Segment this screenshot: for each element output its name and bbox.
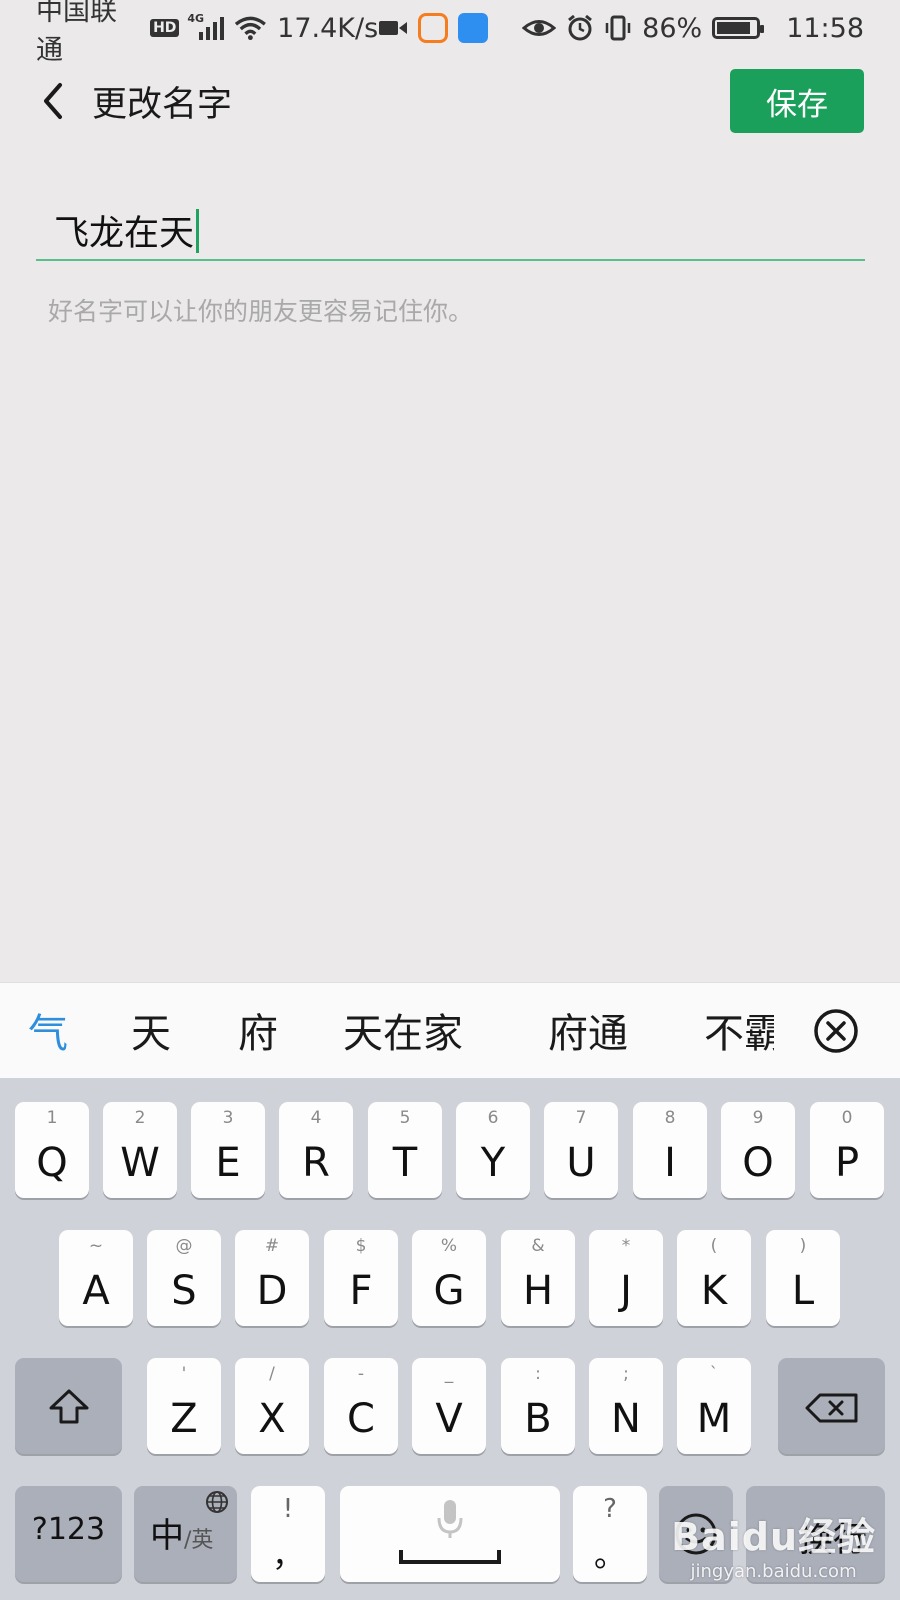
- key-m[interactable]: ` M: [677, 1358, 751, 1454]
- key-c[interactable]: -C: [324, 1358, 398, 1454]
- back-button[interactable]: [22, 70, 84, 132]
- key-x[interactable]: / X: [235, 1358, 309, 1454]
- key-w[interactable]: 2W: [103, 1102, 177, 1198]
- space-key[interactable]: [340, 1486, 560, 1582]
- language-switch-key[interactable]: 中/英: [134, 1486, 237, 1582]
- save-button[interactable]: 保存: [730, 69, 864, 133]
- battery-icon: [712, 17, 765, 39]
- key-r[interactable]: 4R: [279, 1102, 353, 1198]
- key-l[interactable]: ) L: [766, 1230, 840, 1326]
- cellular-signal-icon: 4G: [187, 12, 225, 40]
- delete-key[interactable]: [778, 1358, 885, 1454]
- network-type: 4G: [187, 12, 205, 25]
- baidu-watermark: Baidu经验 jingyan.baidu.com: [671, 1506, 876, 1582]
- key-d[interactable]: # D: [235, 1230, 309, 1326]
- page-title: 更改名字: [92, 85, 233, 125]
- candidate-item[interactable]: 府: [238, 1001, 278, 1059]
- close-candidates-icon[interactable]: [812, 1007, 860, 1055]
- network-speed: 17.4K/s: [277, 12, 379, 44]
- name-input[interactable]: 飞龙在天: [36, 195, 865, 261]
- key-e[interactable]: 3E: [191, 1102, 265, 1198]
- key-t[interactable]: 5T: [368, 1102, 442, 1198]
- video-camera-icon: [379, 21, 408, 35]
- key-z[interactable]: ' Z: [147, 1358, 221, 1454]
- key-h[interactable]: & H: [501, 1230, 575, 1326]
- key-i[interactable]: 8I: [633, 1102, 707, 1198]
- name-hint-text: 好名字可以让你的朋友更容易记住你。: [48, 297, 474, 326]
- alarm-clock-icon: [568, 14, 593, 41]
- name-input-value: 飞龙在天: [54, 214, 195, 254]
- shift-arrow-icon: [49, 1389, 89, 1424]
- key-b[interactable]: :B: [501, 1358, 575, 1454]
- candidate-item[interactable]: 天: [131, 1001, 171, 1059]
- shift-key[interactable]: [15, 1358, 122, 1454]
- key-f[interactable]: $ F: [324, 1230, 398, 1326]
- globe-icon: [206, 1491, 228, 1513]
- backspace-icon: [805, 1393, 858, 1423]
- key-s[interactable]: @ S: [147, 1230, 221, 1326]
- key-k[interactable]: (K: [677, 1230, 751, 1326]
- numbers-key-label: ?123: [31, 1512, 106, 1547]
- soft-keyboard: 1Q 2W 3E 4R 5T 6Y 7U 8I 9O 0P ~ A @ S # D $…: [0, 1078, 900, 1600]
- wifi-icon: [235, 16, 267, 41]
- key-n[interactable]: ; N: [589, 1358, 663, 1454]
- microphone-icon: [437, 1500, 463, 1538]
- space-bar-icon: [399, 1550, 501, 1564]
- key-o[interactable]: 9O: [721, 1102, 795, 1198]
- app-notification-icon: [418, 13, 449, 43]
- candidate-item[interactable]: 天在家: [343, 1001, 463, 1059]
- candidate-bar: 气 天 府 天在家 府通 不霸: [0, 982, 900, 1078]
- key-a[interactable]: ~ A: [59, 1230, 133, 1326]
- battery-percent: 86%: [642, 12, 703, 44]
- key-y[interactable]: 6Y: [456, 1102, 530, 1198]
- message-app-icon: [458, 13, 489, 43]
- watermark-logo: Baidu经验: [671, 1515, 876, 1559]
- title-bar: 更改名字 保存: [0, 56, 900, 152]
- watermark-url: jingyan.baidu.com: [690, 1561, 857, 1582]
- status-bar: 中国联通 HD 4G 17.4K/s 86% 11:58: [0, 0, 900, 66]
- language-sub-label: /英: [184, 1528, 214, 1553]
- language-main-label: 中: [150, 1516, 184, 1556]
- candidate-item[interactable]: 府通: [548, 1001, 628, 1059]
- candidate-item[interactable]: 不霸: [704, 1001, 774, 1059]
- key-v[interactable]: _ V: [412, 1358, 486, 1454]
- key-q[interactable]: 1Q: [15, 1102, 89, 1198]
- clock-time: 11:58: [786, 12, 864, 44]
- text-cursor: [196, 208, 200, 253]
- period-key[interactable]: ?。: [573, 1486, 647, 1582]
- hd-badge: HD: [150, 19, 180, 37]
- vibrate-icon: [605, 15, 631, 41]
- key-u[interactable]: 7U: [544, 1102, 618, 1198]
- comma-key[interactable]: !，: [251, 1486, 325, 1582]
- chevron-left-icon: [44, 83, 62, 119]
- key-g[interactable]: % G: [412, 1230, 486, 1326]
- eye-comfort-icon: [522, 20, 557, 36]
- key-j[interactable]: * J: [589, 1230, 663, 1326]
- candidate-item[interactable]: 气: [28, 1001, 68, 1059]
- key-p[interactable]: 0P: [810, 1102, 884, 1198]
- numbers-key[interactable]: ?123: [15, 1486, 122, 1582]
